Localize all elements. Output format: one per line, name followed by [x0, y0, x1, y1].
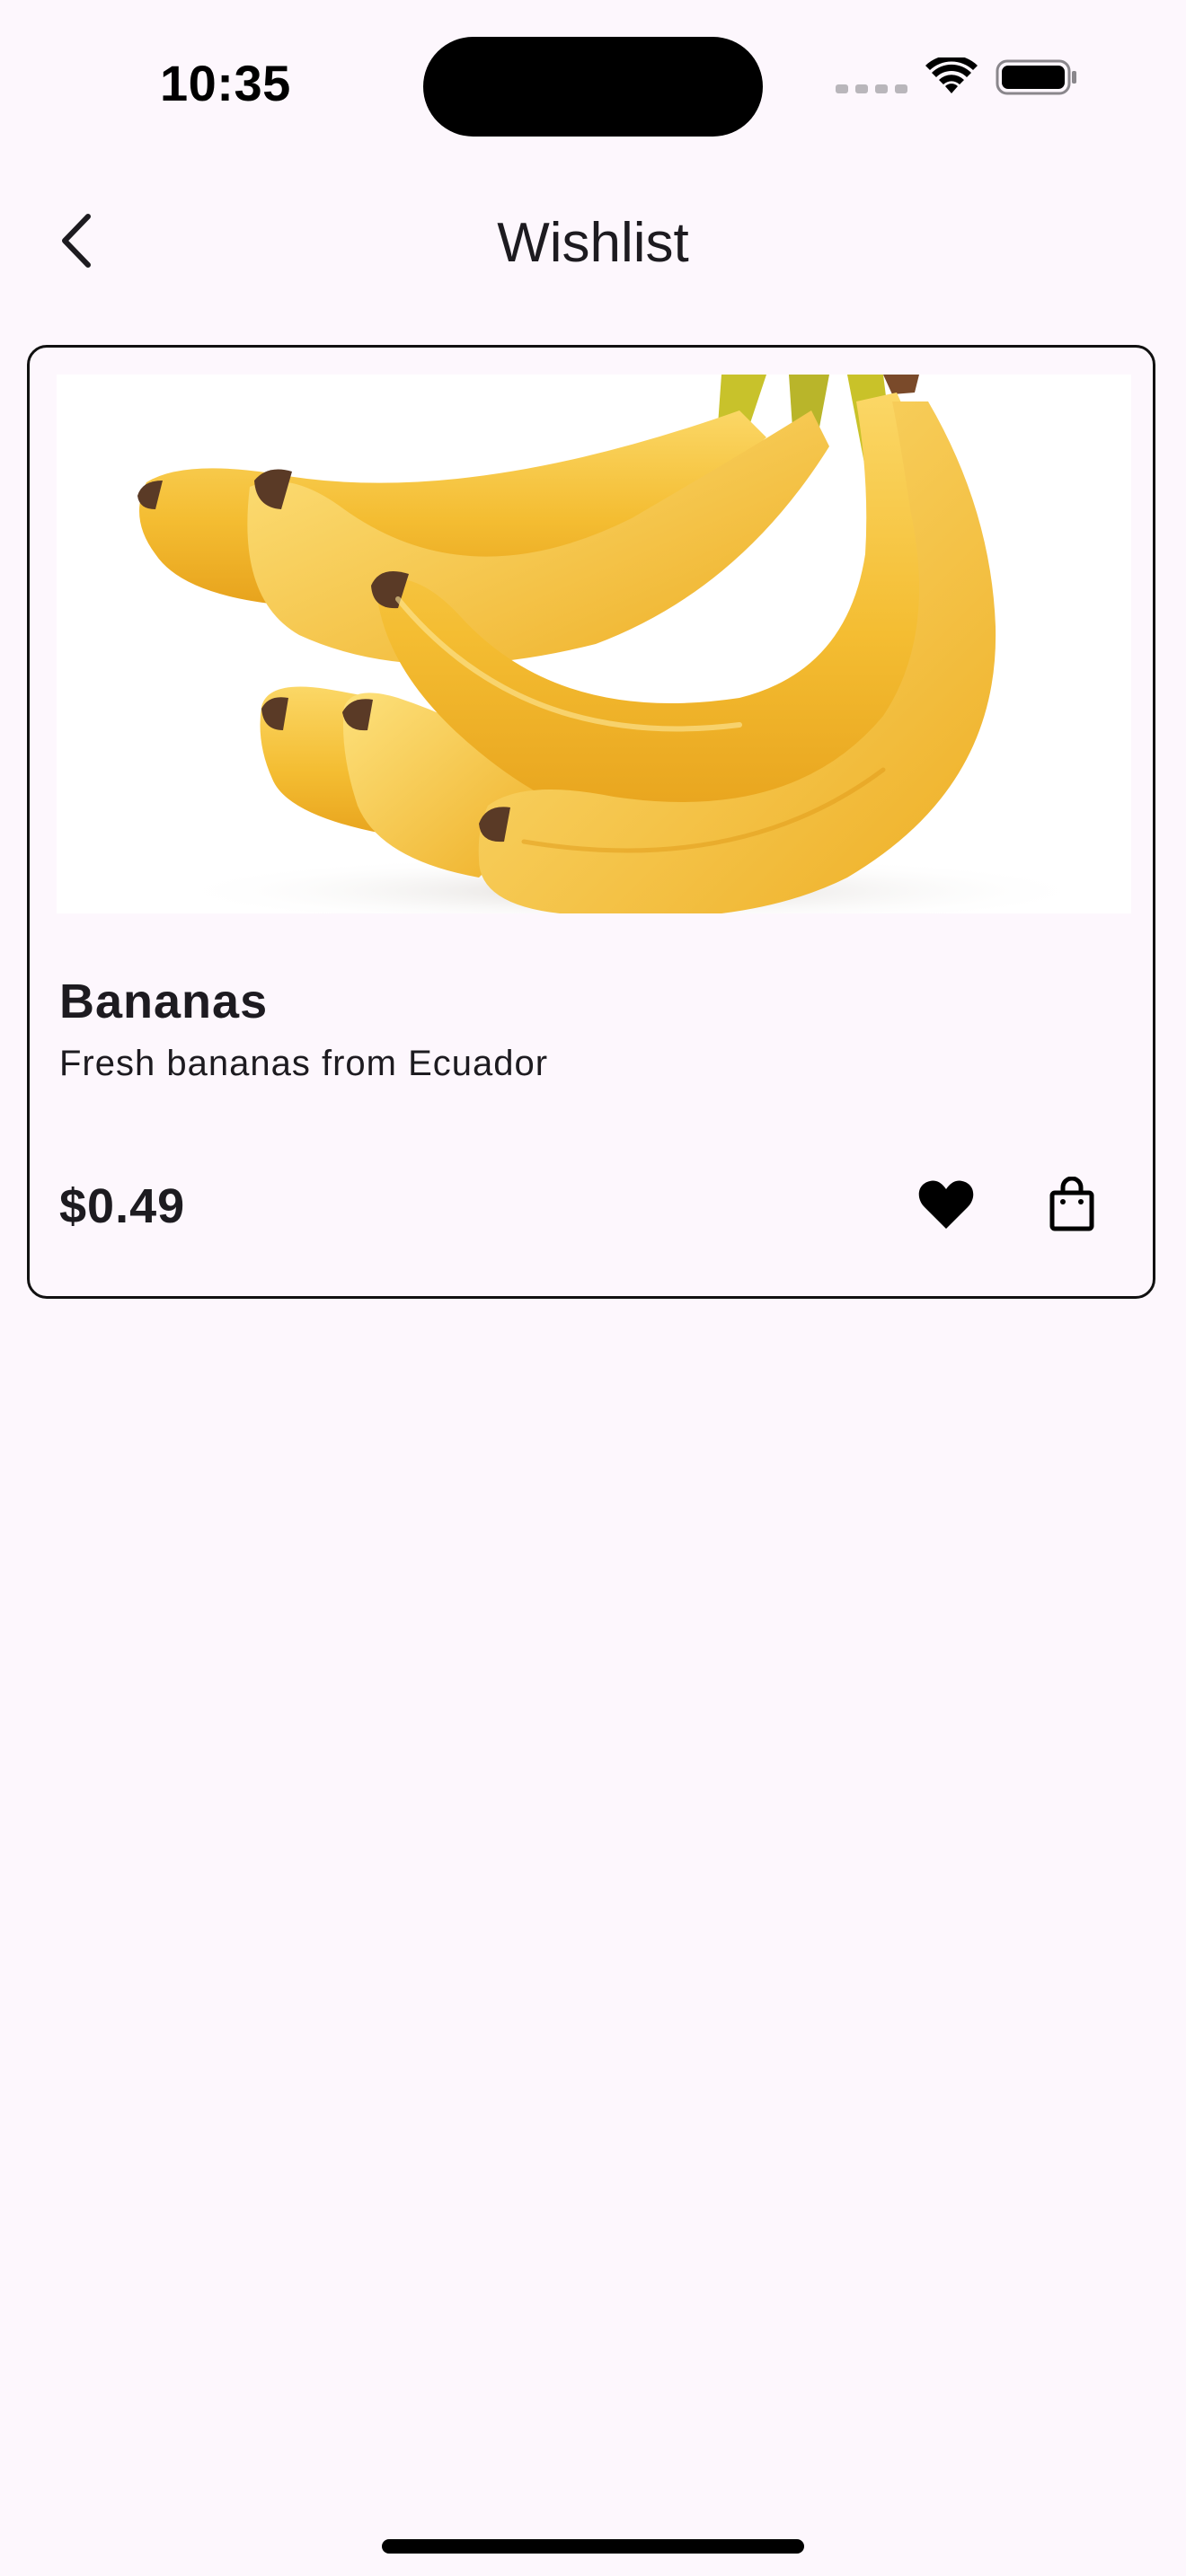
home-indicator[interactable] [382, 2539, 804, 2554]
product-image [57, 375, 1131, 913]
cellular-signal-icon [836, 84, 907, 93]
shopping-bag-icon [1049, 1176, 1095, 1237]
status-icons [836, 55, 1078, 101]
status-bar: 10:35 [0, 0, 1186, 171]
dynamic-island [423, 37, 763, 137]
wishlist-item-card[interactable]: Bananas Fresh bananas from Ecuador $0.49 [27, 345, 1155, 1299]
product-price: $0.49 [59, 1179, 186, 1233]
heart-filled-icon [917, 1178, 975, 1235]
battery-icon [996, 57, 1078, 101]
wifi-icon [925, 55, 978, 101]
add-to-cart-button[interactable] [1029, 1163, 1115, 1249]
product-description: Fresh bananas from Ecuador [59, 1044, 549, 1083]
favorite-button[interactable] [903, 1163, 989, 1249]
app-bar: Wishlist [0, 184, 1186, 301]
status-time: 10:35 [160, 55, 291, 111]
page-title: Wishlist [497, 212, 689, 274]
product-name: Bananas [59, 975, 269, 1028]
